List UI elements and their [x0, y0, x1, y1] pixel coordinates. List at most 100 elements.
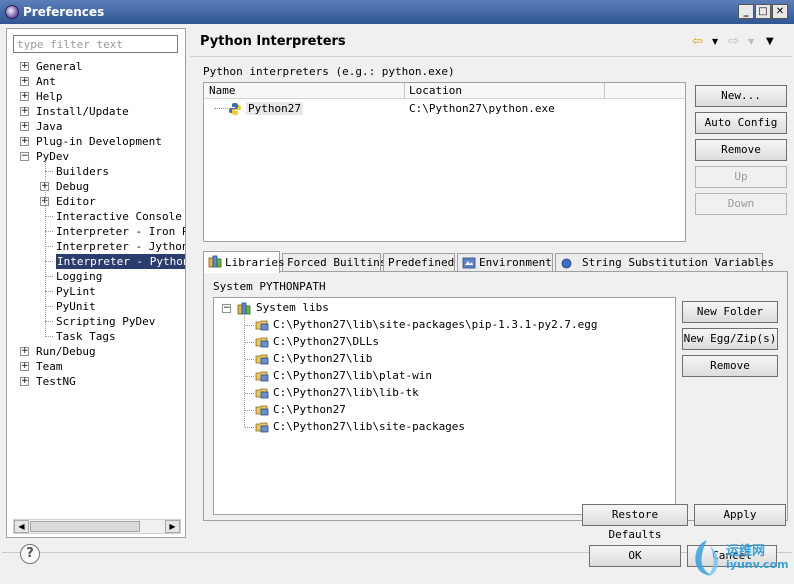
tree-item[interactable]: − PyDev [7, 149, 185, 164]
pythonpath-tree[interactable]: − System libs C:\Python27\lib\site-package… [213, 297, 676, 515]
tree-item[interactable]: Interpreter - Iron Py [7, 224, 185, 239]
close-button[interactable]: ✕ [772, 4, 788, 19]
tree-connector [45, 161, 46, 337]
remove-interpreter-button[interactable]: Remove [695, 139, 787, 161]
tree-item[interactable]: Builders [7, 164, 185, 179]
scroll-thumb[interactable] [30, 521, 140, 532]
library-path-item[interactable]: C:\Python27\lib\lib-tk [214, 385, 674, 401]
tree-connector [45, 171, 53, 172]
tree-connector [245, 427, 254, 428]
expand-icon[interactable]: + [20, 62, 29, 71]
watermark-logo-icon [695, 540, 718, 576]
scroll-right-icon[interactable]: ▶ [165, 520, 180, 533]
move-up-button[interactable]: Up [695, 166, 787, 188]
move-down-button[interactable]: Down [695, 193, 787, 215]
expand-icon[interactable]: + [20, 107, 29, 116]
new-interpreter-button[interactable]: New... [695, 85, 787, 107]
tree-item[interactable]: + Run/Debug [7, 344, 185, 359]
library-path-item[interactable]: C:\Python27\DLLs [214, 334, 674, 350]
expand-icon[interactable]: + [20, 137, 29, 146]
tree-item[interactable]: + Team [7, 359, 185, 374]
tree-item-label: Interpreter - Iron Py [56, 225, 185, 238]
tree-item[interactable]: Interactive Console [7, 209, 185, 224]
tree-item[interactable]: Interpreter - Jython [7, 239, 185, 254]
scroll-left-icon[interactable]: ◀ [14, 520, 29, 533]
libraries-icon [208, 255, 222, 268]
tree-item[interactable]: Scripting PyDev [7, 314, 185, 329]
collapse-icon[interactable]: − [20, 152, 29, 161]
auto-config-button[interactable]: Auto Config [695, 112, 787, 134]
library-path-item[interactable]: C:\Python27\lib\site-packages [214, 419, 674, 435]
tree-item[interactable]: + Install/Update [7, 104, 185, 119]
tree-item[interactable]: + Editor [7, 194, 185, 209]
tree-item[interactable]: PyUnit [7, 299, 185, 314]
tree-item-label: General [36, 60, 83, 73]
expand-icon[interactable]: + [20, 92, 29, 101]
tab-predefined[interactable]: Predefined [383, 253, 455, 272]
restore-defaults-button[interactable]: Restore Defaults [582, 504, 688, 541]
back-menu-chevron-icon[interactable]: ▼ [712, 37, 718, 46]
library-path-label: C:\Python27\lib [273, 352, 373, 365]
tree-connector [245, 359, 254, 360]
minimize-button[interactable]: _ [738, 4, 754, 19]
watermark-url: iyunv.com [726, 558, 789, 571]
forward-arrow-icon[interactable]: ⇨ [728, 34, 739, 49]
back-arrow-icon[interactable]: ⇦ [692, 34, 703, 49]
tab-forced-builtins[interactable]: Forced Builtins [282, 253, 386, 272]
library-path-label: C:\Python27\lib\site-packages [273, 420, 466, 433]
tree-item[interactable]: + Help [7, 89, 185, 104]
expand-icon[interactable]: + [20, 77, 29, 86]
interpreters-label: Python interpreters (e.g.: python.exe) [203, 65, 455, 78]
tree-item[interactable]: + Plug-in Development [7, 134, 185, 149]
system-libs-node[interactable]: − System libs [214, 300, 674, 316]
tree-item[interactable]: Task Tags [7, 329, 185, 344]
tab-libraries[interactable]: Libraries [203, 251, 285, 273]
collapse-icon[interactable]: − [222, 304, 231, 313]
new-egg-zip-button[interactable]: New Egg/Zip(s) [682, 328, 778, 350]
expand-icon[interactable]: + [20, 377, 29, 386]
ok-button[interactable]: OK [589, 545, 681, 567]
view-menu-icon[interactable]: ▼ [766, 36, 774, 47]
tree-item[interactable]: PyLint [7, 284, 185, 299]
tab-string-substitution[interactable]: String Substitution Variables [555, 253, 774, 272]
tree-connector [45, 261, 53, 262]
tree-item[interactable]: + Java [7, 119, 185, 134]
library-path-label: C:\Python27\DLLs [273, 335, 379, 348]
tree-item-label: Ant [36, 75, 56, 88]
tree-item[interactable]: Logging [7, 269, 185, 284]
horizontal-scrollbar[interactable]: ◀ ▶ [13, 519, 181, 534]
library-path-item[interactable]: C:\Python27\lib\site-packages\pip-1.3.1-… [214, 317, 674, 333]
library-path-item[interactable]: C:\Python27\lib [214, 351, 674, 367]
table-row[interactable]: Python27 C:\Python27\python.exe [204, 101, 685, 117]
library-path-item[interactable]: C:\Python27\lib\plat-win [214, 368, 674, 384]
tree-item[interactable]: + TestNG [7, 374, 185, 389]
pythonpath-label: System PYTHONPATH [213, 280, 326, 293]
expand-icon[interactable]: + [20, 122, 29, 131]
tree-item[interactable]: + General [7, 59, 185, 74]
column-location-header[interactable]: Location [409, 84, 462, 97]
tab-environment[interactable]: Environment [457, 253, 553, 272]
column-name-header[interactable]: Name [209, 84, 236, 97]
maximize-button[interactable]: □ [755, 4, 771, 19]
tree-item[interactable]: Interpreter - Python [7, 254, 185, 269]
apply-button[interactable]: Apply [694, 504, 786, 526]
tree-item-label: PyLint [56, 285, 96, 298]
forward-menu-chevron-icon[interactable]: ▼ [748, 37, 754, 46]
tree-connector [214, 108, 228, 109]
tree-item[interactable]: + Ant [7, 74, 185, 89]
window-title: Preferences [23, 5, 105, 19]
expand-icon[interactable]: + [20, 362, 29, 371]
help-icon[interactable]: ? [20, 544, 40, 564]
tab-libraries-label: Libraries [225, 256, 285, 269]
folder-library-icon [255, 405, 269, 416]
library-path-item[interactable]: C:\Python27 [214, 402, 674, 418]
filter-input[interactable] [13, 35, 178, 53]
expand-icon[interactable]: + [20, 347, 29, 356]
library-path-label: C:\Python27\lib\site-packages\pip-1.3.1-… [273, 318, 598, 331]
new-folder-button[interactable]: New Folder [682, 301, 778, 323]
folder-library-icon [255, 388, 269, 399]
eclipse-app-icon [5, 5, 19, 19]
remove-library-button[interactable]: Remove [682, 355, 778, 377]
tree-item[interactable]: + Debug [7, 179, 185, 194]
interpreter-table[interactable]: Name Location Python27 C:\Python27\pytho… [203, 82, 686, 242]
